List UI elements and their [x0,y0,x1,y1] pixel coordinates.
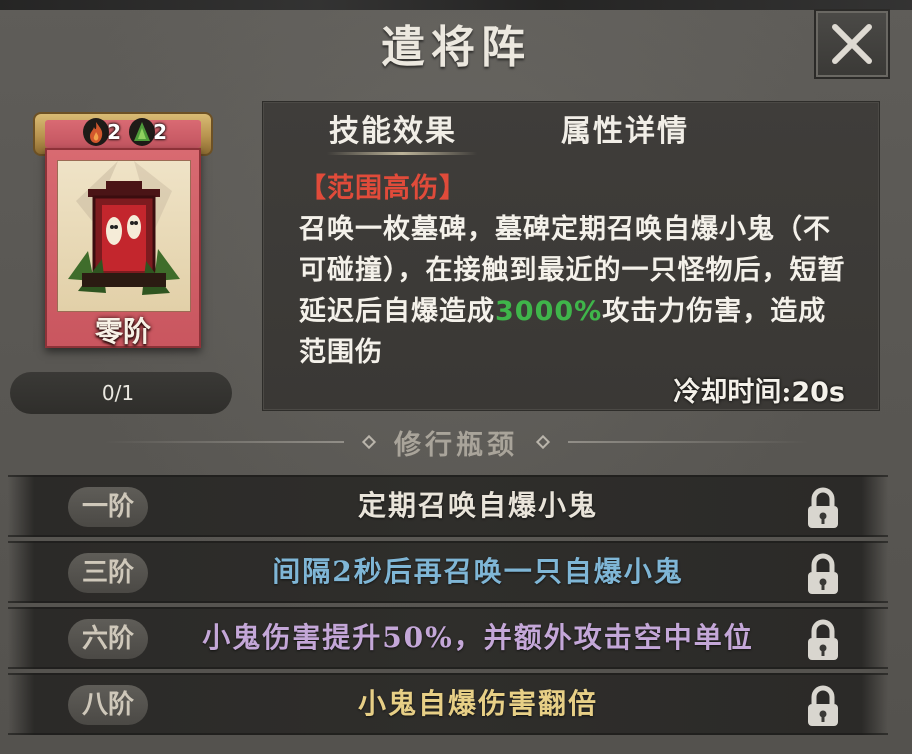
section-header: 修行瓶颈 [0,420,912,464]
cooldown-label: 冷却时间: [673,377,792,408]
lock-icon[interactable] [798,483,848,533]
tier-row[interactable]: 三阶 间隔2秒后再召唤一只自爆小鬼 [8,541,888,603]
tier-rank: 一阶 [68,487,148,527]
skill-card[interactable]: 2 2 零阶 [33,112,213,350]
tier-description: 定期召唤自爆小鬼 [357,489,598,522]
close-button[interactable] [814,9,890,79]
divider-line [568,441,808,443]
lock-icon[interactable] [798,615,848,665]
cooldown: 冷却时间:20s [673,370,845,409]
skill-description: 【范围高伤】 召唤一枚墓碑，墓碑定期召唤自爆小鬼（不可碰撞），在接触到最近的一只… [299,168,849,373]
tier-rank: 八阶 [68,685,148,725]
details-panel: 技能效果 属性详情 【范围高伤】 召唤一枚墓碑，墓碑定期召唤自爆小鬼（不可碰撞）… [262,101,880,411]
diamond-ornament-icon [361,434,377,450]
lock-icon[interactable] [798,549,848,599]
close-icon [832,24,872,64]
tier-description: 小鬼自爆伤害翻倍 [357,687,598,720]
card-rank-label: 零阶 [94,315,151,348]
tab-bar: 技能效果 属性详情 [263,102,879,158]
card-progress: 0/1 [10,372,232,414]
tier-description: 间隔2秒后再召唤一只自爆小鬼 [272,555,684,588]
tier-row[interactable]: 六阶 小鬼伤害提升50%，并额外攻击空中单位 [8,607,888,669]
element-badge: 2 [129,116,167,148]
diamond-ornament-icon [535,434,551,450]
wood-element-icon [129,118,155,146]
tier-row[interactable]: 八阶 小鬼自爆伤害翻倍 [8,673,888,735]
lock-icon[interactable] [798,681,848,731]
element-badge: 2 [83,116,121,148]
tier-row[interactable]: 一阶 定期召唤自爆小鬼 [8,475,888,537]
page-title: 遣将阵 [381,22,531,73]
skill-tag: 【范围高伤】 [299,173,467,204]
tab-skill-effect[interactable]: 技能效果 [329,112,457,152]
element-count: 2 [107,120,121,144]
tab-attribute-details[interactable]: 属性详情 [561,112,689,152]
fire-element-icon [83,118,109,146]
divider-line [104,441,344,443]
damage-percent: 3000% [495,296,603,327]
tier-rank: 三阶 [68,553,148,593]
active-tab-indicator [327,152,477,155]
tombstone-art [57,160,191,312]
tier-description: 小鬼伤害提升50%，并额外攻击空中单位 [202,621,754,654]
element-count: 2 [153,120,167,144]
element-badges: 2 2 [83,116,173,148]
section-title: 修行瓶颈 [394,429,518,461]
cooldown-value: 20s [791,377,845,408]
tier-rank: 六阶 [68,619,148,659]
